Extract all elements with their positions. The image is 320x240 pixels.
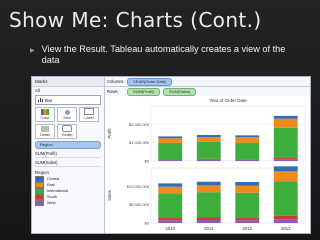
bar-segment (273, 181, 298, 216)
bar-segment (273, 127, 298, 159)
detail-icon (41, 126, 49, 132)
shelves: Columns YEAR(Order Date) Rows SUM(Profit… (105, 77, 310, 97)
x-tick-label: 2012 (242, 226, 252, 231)
slide-title: Show Me: Charts (Cont.) (9, 8, 262, 32)
columns-label: Columns (107, 79, 124, 84)
bar-segment (273, 118, 298, 128)
rows-label: Rows (107, 89, 118, 94)
bar-segment (273, 159, 298, 161)
marks-card-header: Marks (32, 77, 104, 87)
bar-segment (158, 183, 183, 187)
size-icon (64, 110, 70, 115)
marks-all-label: All (35, 88, 40, 93)
bar-segment (196, 134, 221, 137)
bar-segment (273, 166, 298, 172)
size-tile[interactable]: Size (57, 107, 77, 122)
legend-title: Region (35, 170, 49, 175)
bar-segment (235, 220, 260, 223)
tick-label: $2,000,000 (129, 122, 150, 127)
bar-segment (196, 181, 221, 186)
stacked-bar-chart: Year of Order Date $0 $1,000,000 $2,000,000… (107, 98, 306, 231)
bar-segment (235, 218, 260, 221)
legend-swatch (35, 200, 44, 206)
legend-item-west[interactable]: West (35, 200, 101, 206)
bullet-point: ▶ View the Result. Tableau automatically… (30, 44, 290, 66)
label-icon (84, 108, 94, 115)
bar-segment (235, 185, 260, 193)
chart-area: Year of Order Date $0 $1,000,000 $2,000,000… (105, 96, 310, 233)
x-tick-label: 2011 (204, 226, 214, 231)
bar-segment (158, 138, 183, 143)
tick-label: $1,000,000 (129, 140, 150, 145)
color-palette-icon (41, 109, 49, 115)
bar-segment (158, 160, 183, 161)
bar-segment (158, 186, 183, 194)
bar-segment (196, 185, 221, 193)
mark-type-dropdown[interactable]: Bar (35, 95, 101, 105)
bar-segment (273, 219, 298, 223)
label-tile[interactable]: Label (79, 107, 99, 122)
y-axis-label: Sales (107, 190, 112, 201)
tick-label: $0 (145, 221, 150, 226)
bar-segment (235, 159, 260, 160)
bar-segment (235, 192, 260, 219)
x-tick-label: 2013 (281, 226, 291, 231)
measure-sales[interactable]: SUM(Sales) (35, 159, 101, 167)
bar-segment (196, 217, 221, 220)
color-tile[interactable]: Color (35, 107, 55, 122)
tooltip-icon (62, 125, 72, 132)
bar-segment (158, 220, 183, 223)
mark-type-value: Bar (45, 97, 53, 103)
tick-label: $0 (145, 159, 150, 164)
measure-profit[interactable]: SUM(Profit) (35, 150, 101, 158)
bar-segment (158, 218, 183, 221)
bar-segment (273, 158, 298, 160)
tooltip-tile[interactable]: Tooltip (57, 124, 77, 139)
bar-segment (235, 135, 260, 138)
bar-segment (235, 182, 260, 186)
columns-pill-year[interactable]: YEAR(Order Date) (127, 77, 173, 86)
bullet-arrow-icon: ▶ (30, 48, 35, 54)
bar-segment (196, 136, 221, 142)
bar-segment (158, 193, 183, 219)
bar-segment (235, 142, 260, 160)
tick-label: $5,000,000 (129, 202, 150, 207)
bar-segment (273, 115, 298, 119)
x-tick-label: 2010 (165, 226, 175, 231)
bar-segment (235, 159, 260, 161)
chart-title: Year of Order Date (209, 98, 247, 103)
color-region-pill[interactable]: Region (35, 141, 101, 149)
tick-label: $10,000,000 (127, 184, 150, 189)
bar-segment (196, 192, 221, 218)
y-axis-label: Profit (107, 128, 112, 139)
bar-segment (273, 215, 298, 220)
rows-pill-profit[interactable]: SUM(Profit) (127, 87, 160, 96)
bar-segment (235, 137, 260, 143)
slide-background: Show Me: Charts (Cont.) ▶ View the Resul… (0, 0, 320, 240)
columns-shelf[interactable]: Columns YEAR(Order Date) (105, 77, 310, 87)
bar-segment (158, 142, 183, 160)
bar-segment (196, 219, 221, 223)
rows-pill-sales[interactable]: SUM(Sales) (162, 87, 197, 96)
tableau-screenshot: Marks All Bar Color Size Label Detail To… (31, 76, 311, 234)
marks-card: Marks All Bar Color Size Label Detail To… (32, 77, 105, 233)
detail-tile[interactable]: Detail (35, 124, 55, 139)
bar-segment (158, 159, 183, 161)
bar-segment (196, 158, 221, 160)
bar-segment (273, 171, 298, 182)
bar-segment (196, 141, 221, 159)
bar-chart-icon (38, 98, 43, 102)
bullet-text: View the Result. Tableau automatically c… (41, 44, 286, 65)
bar-segment (158, 136, 183, 139)
bar-segment (196, 159, 221, 161)
